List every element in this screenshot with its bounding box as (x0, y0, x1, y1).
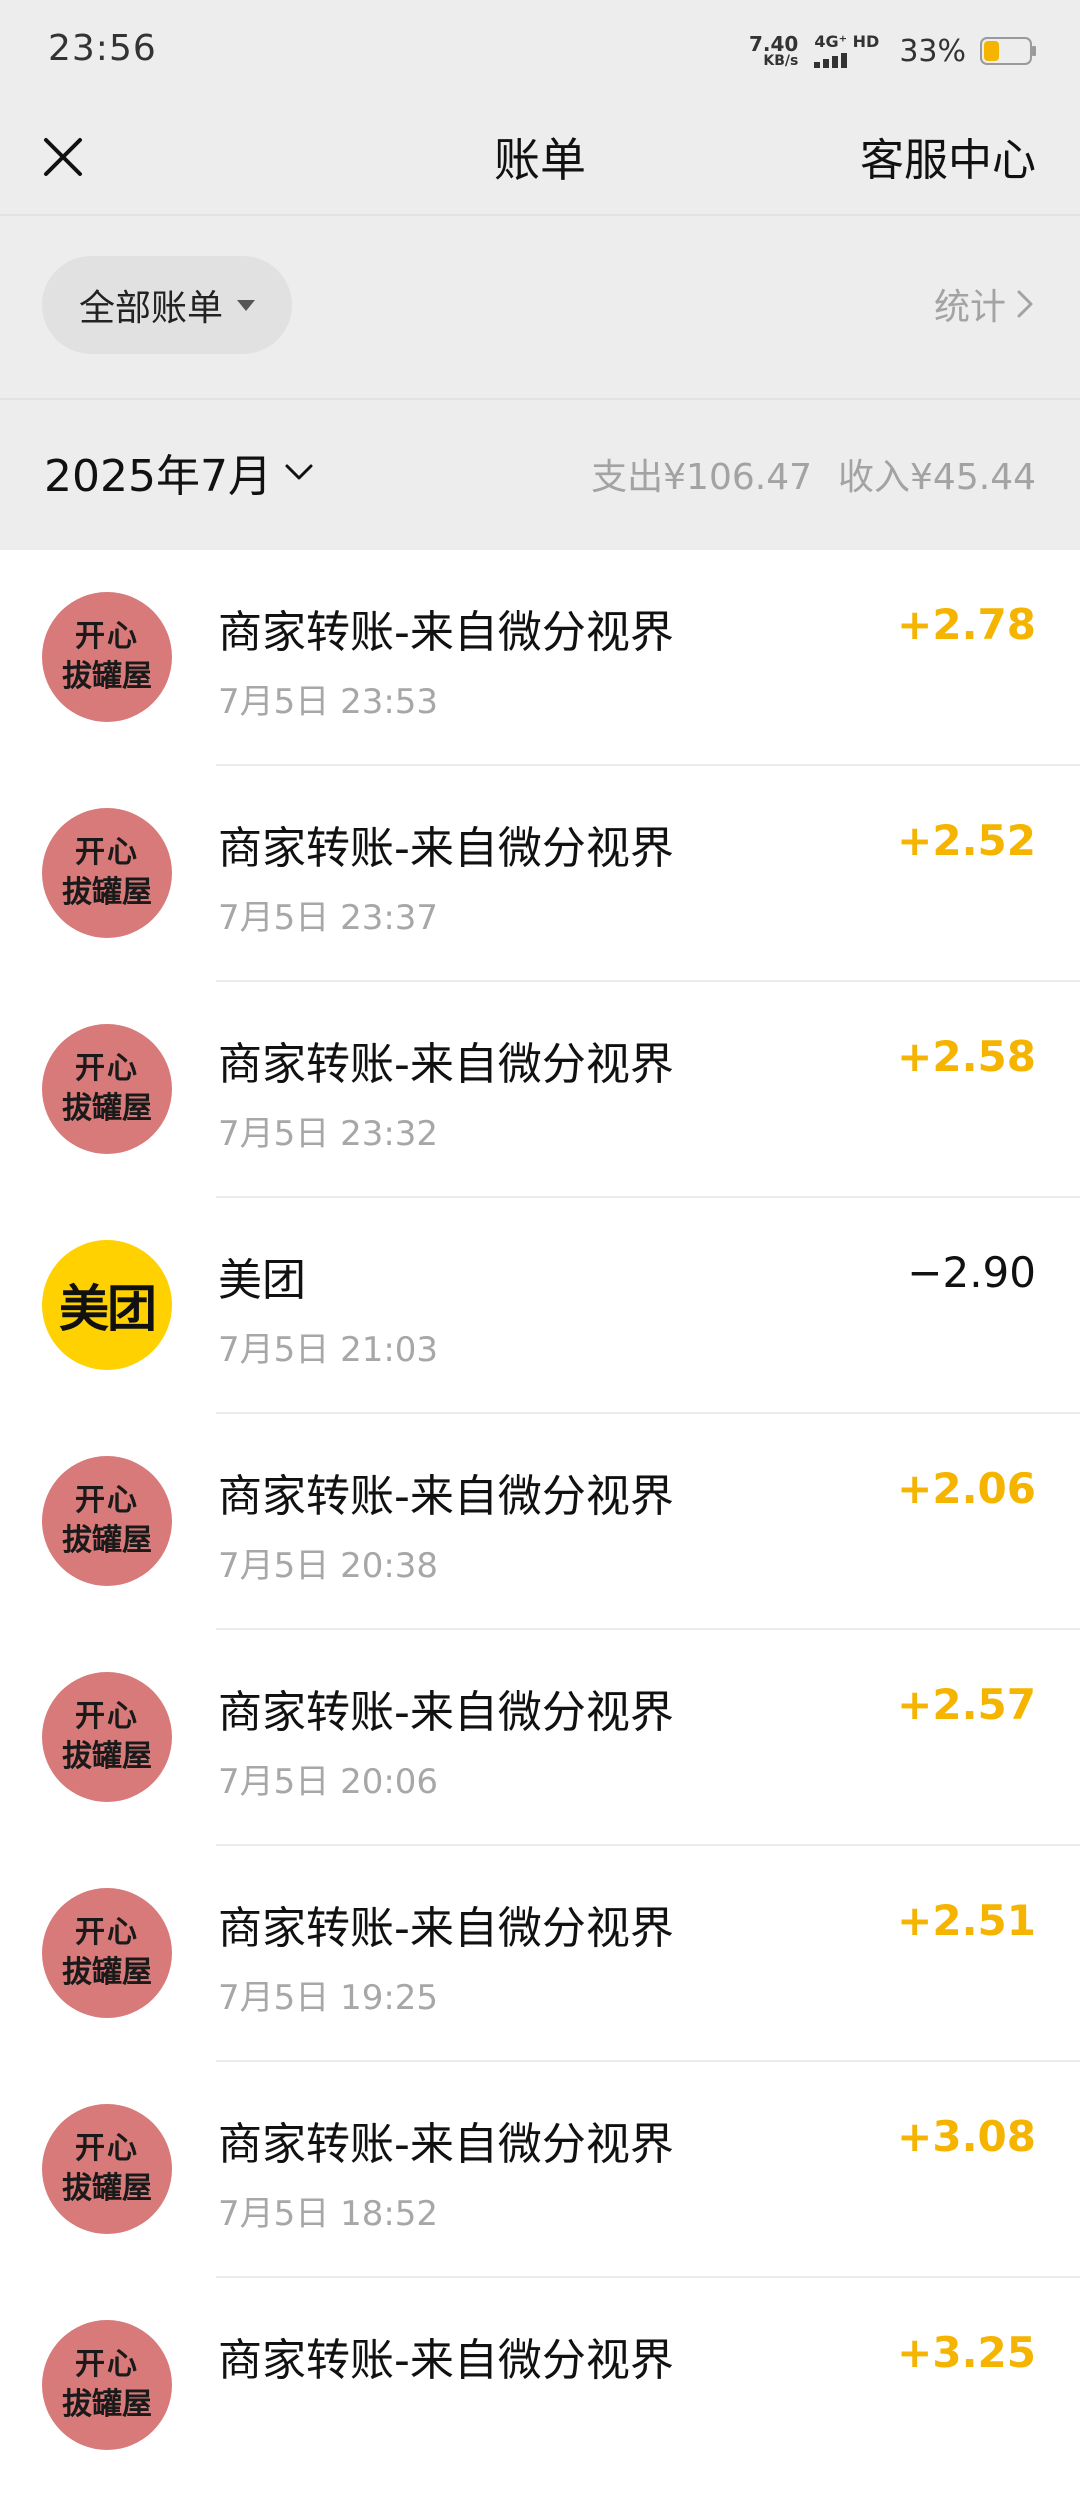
merchant-avatar: 开心 拔罐屋 (42, 592, 172, 722)
avatar-text-line2: 拔罐屋 (62, 2171, 152, 2206)
transaction-title: 商家转账-来自微分视界 (218, 823, 674, 874)
transaction-title: 美团 (218, 1255, 306, 1306)
customer-service-link[interactable]: 客服中心 (860, 124, 1036, 188)
avatar-text-line2: 拔罐屋 (62, 1523, 152, 1558)
transaction-time: 7月5日 23:53 (218, 682, 439, 722)
transaction-time: 7月5日 18:52 (218, 2194, 439, 2234)
battery-fill (984, 41, 999, 61)
nav-header: 账单 客服中心 (0, 100, 1080, 214)
avatar-text-line1: 开心 (75, 835, 139, 870)
transaction-row[interactable]: 开心 拔罐屋 商家转账-来自微分视界 7月5日 19:25 +2.51 (0, 1846, 1080, 2062)
merchant-avatar: 开心 拔罐屋 (42, 1024, 172, 1154)
network-speed-unit: KB/s (763, 53, 799, 69)
transaction-amount: +2.06 (897, 1464, 1036, 1513)
status-bar: 23:56 7.40 KB/s 4G⁺ HD 33% (0, 0, 1080, 100)
transaction-row[interactable]: 开心 拔罐屋 商家转账-来自微分视界 7月5日 18:52 +3.08 (0, 2062, 1080, 2278)
merchant-avatar: 开心 拔罐屋 (42, 1672, 172, 1802)
transaction-time: 7月5日 21:03 (218, 1330, 439, 1370)
transaction-time: 7月5日 19:25 (218, 1978, 439, 2018)
caret-down-icon (237, 299, 255, 311)
avatar-text-line2: 拔罐屋 (62, 1739, 152, 1774)
transaction-title: 商家转账-来自微分视界 (218, 1903, 674, 1954)
transaction-row[interactable]: 开心 拔罐屋 商家转账-来自微分视界 7月5日 23:53 +2.78 (0, 550, 1080, 766)
chevron-right-icon (1017, 290, 1033, 318)
income-total: 收入¥45.44 (838, 457, 1036, 498)
transaction-time: 7月5日 20:06 (218, 1762, 439, 1802)
avatar-text-line1: 开心 (75, 619, 139, 654)
filter-divider (0, 398, 1080, 400)
avatar-text-line1: 开心 (75, 1699, 139, 1734)
transaction-list: 开心 拔罐屋 商家转账-来自微分视界 7月5日 23:53 +2.78 开心 拔… (0, 550, 1080, 2494)
transaction-time: 7月5日 23:32 (218, 1114, 439, 1154)
transaction-time: 7月5日 20:38 (218, 1546, 439, 1586)
transaction-amount: +3.08 (897, 2112, 1036, 2161)
transaction-amount: +2.57 (897, 1680, 1036, 1729)
transaction-title: 商家转账-来自微分视界 (218, 1039, 674, 1090)
statistics-label: 统计 (933, 287, 1006, 328)
transaction-amount: +3.25 (897, 2328, 1036, 2377)
transaction-title: 商家转账-来自微分视界 (218, 2119, 674, 2170)
meituan-logo-text: 美团 (59, 1280, 157, 1338)
avatar-text-line1: 开心 (75, 1051, 139, 1086)
merchant-avatar: 开心 拔罐屋 (42, 1456, 172, 1586)
status-time: 23:56 (48, 28, 157, 69)
battery-percentage: 33% (899, 33, 966, 69)
status-indicators: 7.40 KB/s 4G⁺ HD 33% (749, 26, 1036, 76)
transaction-amount: +2.78 (897, 600, 1036, 649)
meituan-avatar: 美团 (42, 1240, 172, 1370)
transaction-title: 商家转账-来自微分视界 (218, 1687, 674, 1738)
statistics-link[interactable]: 统计 (934, 278, 1034, 330)
transaction-row[interactable]: 开心 拔罐屋 商家转账-来自微分视界 7月5日 23:32 +2.58 (0, 982, 1080, 1198)
transaction-row[interactable]: 开心 拔罐屋 商家转账-来自微分视界 7月5日 20:06 +2.57 (0, 1630, 1080, 1846)
avatar-text-line1: 开心 (75, 1915, 139, 1950)
transaction-amount: −2.90 (907, 1248, 1036, 1297)
transaction-title: 商家转账-来自微分视界 (218, 2335, 674, 2386)
avatar-text-line1: 开心 (75, 1483, 139, 1518)
merchant-avatar: 开心 拔罐屋 (42, 1888, 172, 2018)
signal-icon: 4G⁺ HD (814, 34, 879, 68)
avatar-text-line1: 开心 (75, 2131, 139, 2166)
avatar-text-line2: 拔罐屋 (62, 1091, 152, 1126)
avatar-text-line2: 拔罐屋 (62, 659, 152, 694)
transaction-amount: +2.58 (897, 1032, 1036, 1081)
chevron-down-icon (285, 464, 313, 480)
transaction-row[interactable]: 美团 美团 7月5日 21:03 −2.90 (0, 1198, 1080, 1414)
expense-total: 支出¥106.47 (591, 457, 813, 498)
transaction-title: 商家转账-来自微分视界 (218, 607, 674, 658)
avatar-text-line2: 拔罐屋 (62, 2387, 152, 2422)
transaction-amount: +2.52 (897, 816, 1036, 865)
avatar-text-line2: 拔罐屋 (62, 1955, 152, 1990)
signal-bars-icon (814, 53, 848, 68)
avatar-text-line2: 拔罐屋 (62, 875, 152, 910)
merchant-avatar: 开心 拔罐屋 (42, 2104, 172, 2234)
merchant-avatar: 开心 拔罐屋 (42, 2320, 172, 2450)
transaction-title: 商家转账-来自微分视界 (218, 1471, 674, 1522)
transaction-amount: +2.51 (897, 1896, 1036, 1945)
battery-icon (980, 37, 1036, 65)
bill-filter-label: 全部账单 (78, 288, 223, 329)
header-divider (0, 214, 1080, 216)
bill-filter-dropdown[interactable]: 全部账单 (42, 256, 292, 354)
transaction-row[interactable]: 开心 拔罐屋 商家转账-来自微分视界 7月5日 23:37 +2.52 (0, 766, 1080, 982)
month-selector[interactable]: 2025年7月 (44, 440, 314, 504)
merchant-avatar: 开心 拔罐屋 (42, 808, 172, 938)
transaction-time: 7月5日 23:37 (218, 898, 439, 938)
transaction-row[interactable]: 开心 拔罐屋 商家转账-来自微分视界 +3.25 (0, 2278, 1080, 2494)
network-speed: 7.40 KB/s (749, 34, 798, 68)
avatar-text-line1: 开心 (75, 2347, 139, 2382)
month-label: 2025年7月 (44, 451, 272, 502)
transaction-row[interactable]: 开心 拔罐屋 商家转账-来自微分视界 7月5日 20:38 +2.06 (0, 1414, 1080, 1630)
network-type-label: 4G⁺ HD (814, 32, 880, 51)
month-summary: 支出¥106.47 收入¥45.44 (591, 448, 1036, 500)
network-speed-value: 7.40 (749, 32, 799, 56)
